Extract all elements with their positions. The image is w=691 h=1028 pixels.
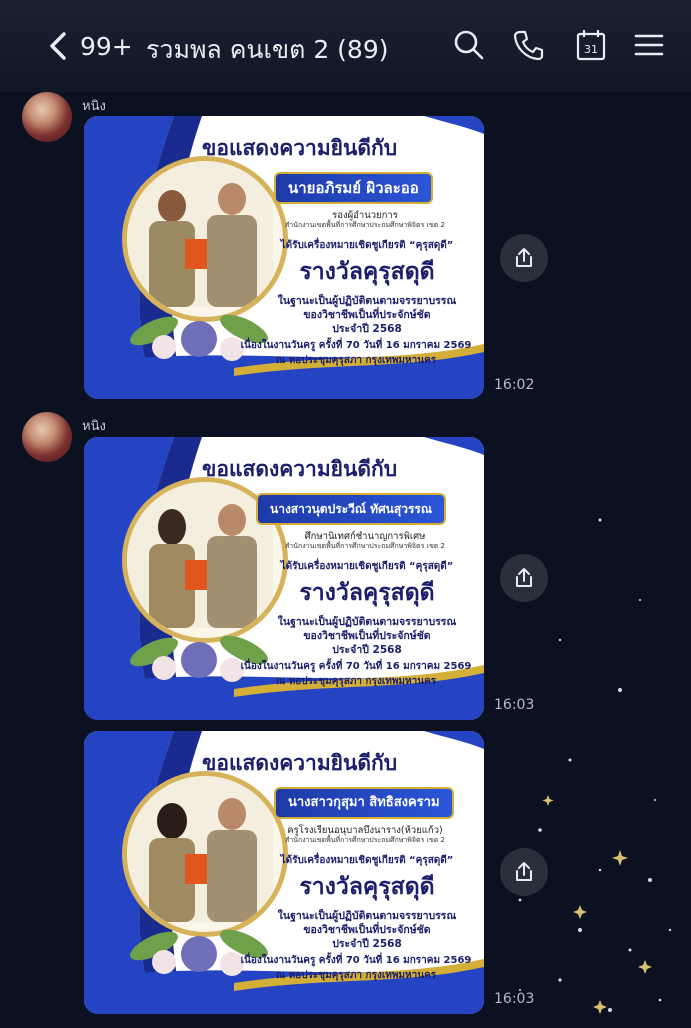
award-line: ได้รับเครื่องหมายเชิดชูเกียรติ “คุรุสดุด… <box>280 561 454 572</box>
awardee-name: นางสาวกุสุมา สิทธิสงคราม <box>274 787 454 819</box>
share-icon <box>516 248 532 267</box>
unread-count: 99+ <box>80 31 133 61</box>
bottom-bar <box>0 1016 691 1028</box>
chat-title: รวมพล คนเขต 2 (89) <box>146 35 389 64</box>
image-message[interactable]: ขอแสดงความยินดีกับ นางสาวกุสุมา สิทธิสงค… <box>84 731 484 1014</box>
message-time: 16:03 <box>494 991 535 1007</box>
award-line: ได้รับเครื่องหมายเชิดชูเกียรติ “คุรุสดุด… <box>280 855 454 866</box>
image-message[interactable]: ขอแสดงความยินดีกับ นายอภิรมย์ ผิวละออ รอ… <box>84 116 484 399</box>
image-message[interactable]: ขอแสดงความยินดีกับ นางสาวนุตประวีณ์ ทัศน… <box>84 437 484 720</box>
role-line-3: ประจำปี 2568 <box>332 323 402 335</box>
share-button[interactable] <box>500 848 548 896</box>
sender-name: หนิง <box>82 419 106 434</box>
event-line-2: ณ หอประชุมคุรุสภา กรุงเทพมหานคร <box>275 676 437 687</box>
chevron-left-icon <box>50 32 66 60</box>
awardee-org: สำนักงานเขตพื้นที่การศึกษาประถมศึกษาพิจิ… <box>285 221 445 229</box>
sender-avatar[interactable] <box>22 412 72 462</box>
phone-icon[interactable] <box>512 28 546 62</box>
message-time: 16:02 <box>494 377 535 393</box>
sender-avatar[interactable] <box>22 92 72 142</box>
awardee-org: สำนักงานเขตพื้นที่การศึกษาประถมศึกษาพิจิ… <box>285 836 445 844</box>
share-icon <box>516 862 532 881</box>
award-title: รางวัลคุรุสดุดี <box>299 580 435 606</box>
message-time: 16:03 <box>494 697 535 713</box>
sender-name: หนิง <box>82 99 106 114</box>
event-line-2: ณ หอประชุมคุรุสภา กรุงเทพมหานคร <box>275 970 437 981</box>
awardee-org: สำนักงานเขตพื้นที่การศึกษาประถมศึกษาพิจิ… <box>285 542 445 550</box>
role-line-3: ประจำปี 2568 <box>332 644 402 656</box>
chat-header: 99+ รวมพล คนเขต 2 (89) 31 <box>0 0 691 92</box>
award-title: รางวัลคุรุสดุดี <box>299 259 435 285</box>
awardee-name: นายอภิรมย์ ผิวละออ <box>274 172 433 204</box>
menu-icon[interactable] <box>632 28 666 62</box>
search-icon[interactable] <box>452 28 486 62</box>
card-title: ขอแสดงความยินดีกับ <box>202 136 398 160</box>
back-button[interactable]: 99+ <box>44 28 133 64</box>
role-line-3: ประจำปี 2568 <box>332 938 402 950</box>
awardee-name: นางสาวนุตประวีณ์ ทัศนสุวรรณ <box>256 493 446 525</box>
event-line-1: เนื่องในงานวันครู ครั้งที่ 70 วันที่ 16 … <box>240 340 472 351</box>
share-icon <box>516 568 532 587</box>
card-title: ขอแสดงความยินดีกับ <box>202 457 398 481</box>
card-title: ขอแสดงความยินดีกับ <box>202 751 398 775</box>
event-line-1: เนื่องในงานวันครู ครั้งที่ 70 วันที่ 16 … <box>240 955 472 966</box>
event-line-1: เนื่องในงานวันครู ครั้งที่ 70 วันที่ 16 … <box>240 661 472 672</box>
award-title: รางวัลคุรุสดุดี <box>299 874 435 900</box>
award-line: ได้รับเครื่องหมายเชิดชูเกียรติ “คุรุสดุด… <box>280 240 454 251</box>
share-button[interactable] <box>500 554 548 602</box>
calendar-icon[interactable]: 31 <box>574 28 608 62</box>
event-line-2: ณ หอประชุมคุรุสภา กรุงเทพมหานคร <box>275 355 437 366</box>
share-button[interactable] <box>500 234 548 282</box>
calendar-day: 31 <box>584 43 598 56</box>
